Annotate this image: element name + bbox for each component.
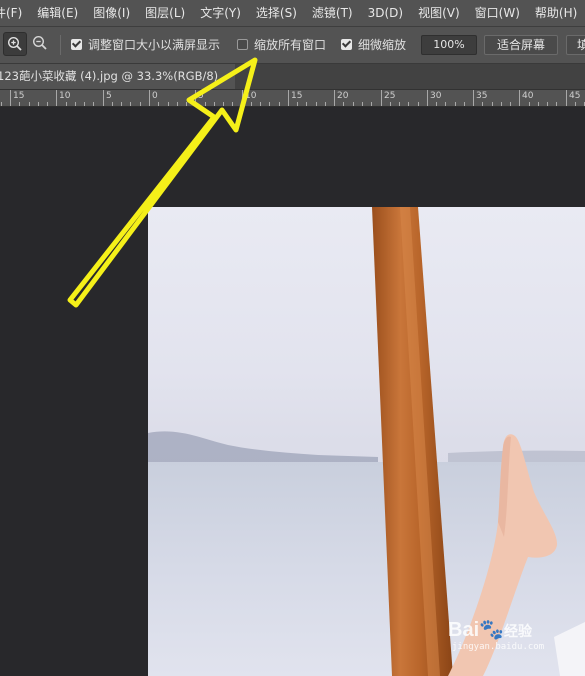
annotation-arrow-icon [67, 57, 258, 308]
